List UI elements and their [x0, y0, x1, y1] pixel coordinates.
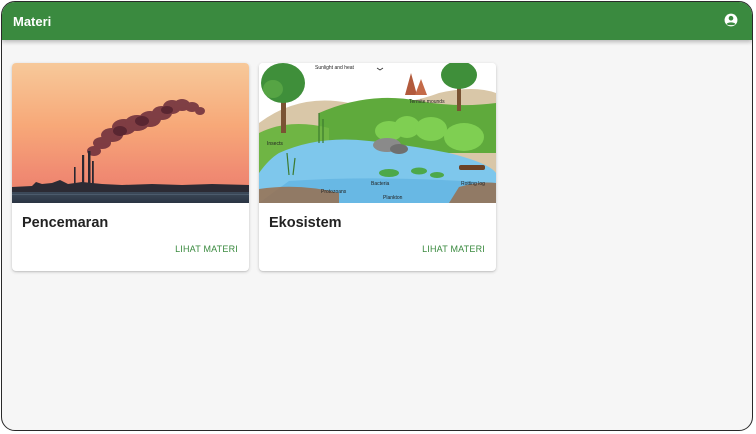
app-bar: Materi: [2, 2, 752, 40]
label-protozoans: Protozoans: [321, 189, 347, 195]
label-bacteria: Bacteria: [371, 181, 390, 187]
label-sunlight: Sunlight and heat: [315, 65, 355, 71]
label-plankton: Plankton: [383, 195, 403, 201]
pollution-photo: [12, 63, 249, 203]
lihat-materi-button[interactable]: LIHAT MATERI: [422, 244, 485, 254]
card-title: Ekosistem: [269, 215, 342, 231]
card-pencemaran[interactable]: Pencemaran LIHAT MATERI: [12, 63, 249, 271]
account-circle-icon[interactable]: [724, 13, 738, 27]
card-list: Pencemaran LIHAT MATERI Sunlight and hea…: [12, 63, 496, 271]
ecosystem-diagram: Sunlight and heat Termite mounds Insects…: [259, 63, 496, 203]
app-window: Materi Pencemaran LIHAT MATERI Sunlight …: [1, 1, 753, 431]
label-rotting-log: Rotting log: [461, 181, 485, 187]
card-ekosistem[interactable]: Sunlight and heat Termite mounds Insects…: [259, 63, 496, 271]
label-termite: Termite mounds: [409, 99, 445, 105]
label-insects: Insects: [267, 141, 283, 147]
lihat-materi-button[interactable]: LIHAT MATERI: [175, 244, 238, 254]
card-title: Pencemaran: [22, 215, 109, 231]
page-title: Materi: [13, 13, 52, 29]
